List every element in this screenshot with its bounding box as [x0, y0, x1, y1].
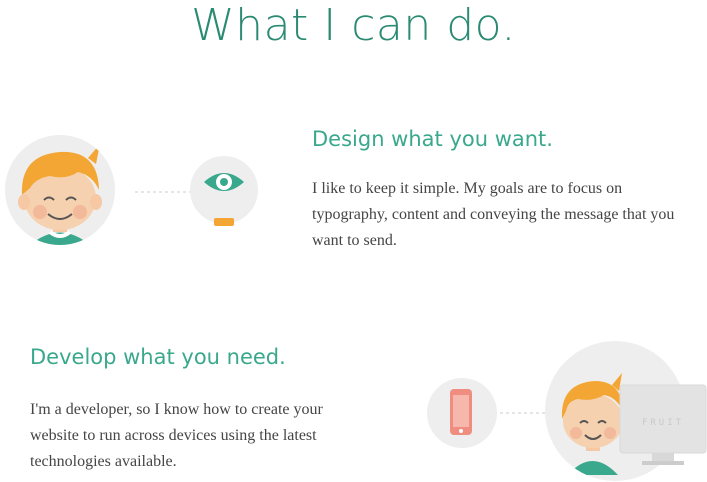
page-title: What I can do. [191, 0, 516, 51]
develop-heading: Develop what you need. [30, 345, 286, 369]
phone-icon [427, 378, 497, 448]
design-illustration [5, 135, 258, 245]
develop-illustration: FRUIT [427, 341, 707, 481]
monitor-label: FRUIT [642, 418, 684, 428]
design-text: I like to keep it simple. My goals are t… [312, 180, 675, 249]
design-heading: Design what you want. [312, 127, 553, 151]
boy-avatar-icon [5, 135, 115, 245]
develop-text: I'm a developer, so I know how to create… [30, 401, 323, 470]
boy-at-computer-icon: FRUIT [545, 341, 707, 481]
eye-icon [190, 156, 258, 226]
